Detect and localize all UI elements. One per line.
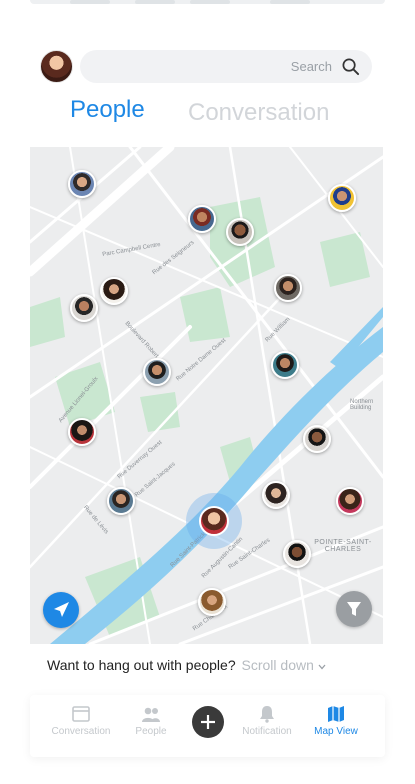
chevron-down-icon [318, 664, 326, 670]
people-icon [142, 707, 160, 722]
person-pin[interactable] [70, 294, 98, 322]
scroll-hint[interactable]: Scroll down [242, 657, 326, 673]
tab-bar: People Conversation [30, 96, 385, 132]
person-pin[interactable] [336, 487, 364, 515]
tab-conversation[interactable]: Conversation [188, 99, 329, 127]
person-pin[interactable] [226, 218, 254, 246]
bottom-navigation: Conversation People Notification Map Vie… [30, 695, 385, 757]
person-pin[interactable] [68, 170, 96, 198]
person-pin[interactable] [107, 487, 135, 515]
search-placeholder: Search [290, 59, 332, 74]
person-pin[interactable] [262, 481, 290, 509]
profile-avatar[interactable] [40, 50, 73, 83]
building-label: Northern Building [350, 399, 374, 411]
previous-card-edge [30, 0, 385, 4]
nav-conversation-label: Conversation [51, 726, 111, 737]
prompt-question: Want to hang out with people? [47, 657, 236, 673]
nav-conversation[interactable]: Conversation [48, 705, 114, 737]
person-pin[interactable] [303, 425, 331, 453]
locate-me-button[interactable] [43, 592, 79, 628]
nav-notification-label: Notification [242, 726, 292, 737]
header: Search [40, 50, 372, 83]
chat-window-icon [72, 706, 90, 722]
plus-icon [201, 715, 215, 729]
person-pin[interactable] [283, 540, 311, 568]
neighborhood-label: POINTE-SAINT-CHARLES [314, 539, 372, 553]
person-pin[interactable] [274, 274, 302, 302]
bell-icon [260, 706, 274, 723]
person-pin[interactable] [271, 351, 299, 379]
person-pin[interactable] [68, 418, 96, 446]
search-bar[interactable]: Search [80, 50, 372, 83]
nav-notification[interactable]: Notification [235, 705, 299, 737]
person-pin[interactable] [328, 184, 356, 212]
filter-button[interactable] [336, 591, 372, 627]
my-location-pin[interactable] [199, 506, 229, 536]
navigation-arrow-icon [54, 602, 69, 617]
scroll-hint-label: Scroll down [241, 657, 314, 673]
map-icon [328, 706, 344, 722]
search-icon[interactable] [341, 57, 360, 76]
add-button[interactable] [192, 706, 224, 738]
person-pin[interactable] [100, 277, 128, 305]
hangout-prompt: Want to hang out with people? Scroll dow… [47, 657, 326, 673]
map-view[interactable]: Parc Campbell Centre Rue des Seigneurs B… [30, 147, 383, 644]
nav-people[interactable]: People [130, 705, 172, 737]
person-pin[interactable] [188, 205, 216, 233]
nav-people-label: People [135, 726, 167, 737]
filter-funnel-icon [347, 602, 361, 616]
person-pin[interactable] [198, 588, 226, 616]
nav-map-view-label: Map View [314, 726, 358, 737]
tab-people[interactable]: People [70, 96, 145, 124]
person-pin[interactable] [143, 358, 171, 386]
nav-map-view[interactable]: Map View [308, 705, 364, 737]
